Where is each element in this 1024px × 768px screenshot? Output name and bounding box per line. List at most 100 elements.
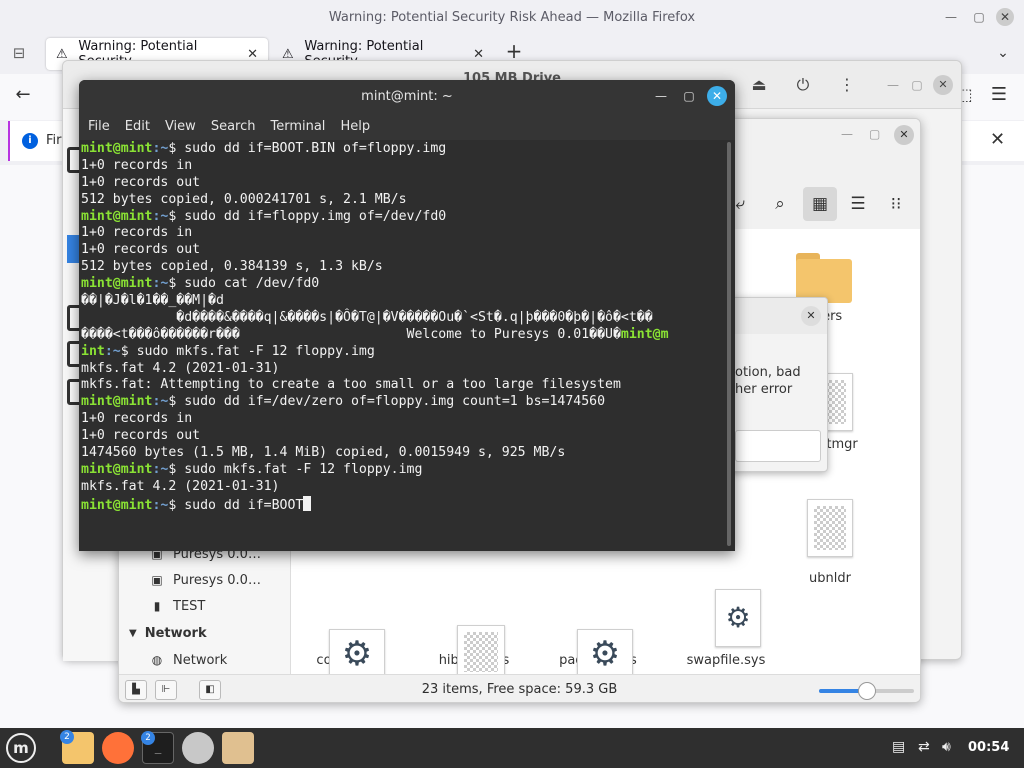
infobar-text: Fir <box>46 133 62 148</box>
infobar-close-icon[interactable]: ✕ <box>990 129 1005 150</box>
terminal-titlebar: mint@mint: ~ — ▢ ✕ <box>79 80 735 112</box>
minimize-icon[interactable]: — <box>881 73 905 97</box>
terminal-text: ����<t���ô������r��� Welcome to Puresys … <box>81 326 621 342</box>
terminal-text: 1+0 records out <box>81 174 201 190</box>
window-count-badge: 2 <box>141 731 155 745</box>
file-manager-statusbar: ▙ ⊩ ◧ 23 items, Free space: 59.3 GB <box>119 674 920 702</box>
sidebar-item-puresys-2[interactable]: ▣ Puresys 0.0… <box>119 567 291 593</box>
info-icon: i <box>22 133 38 149</box>
zoom-slider-handle[interactable] <box>857 682 876 700</box>
list-view-icon[interactable]: ☰ <box>841 187 875 221</box>
back-icon[interactable]: ← <box>14 86 32 104</box>
prompt-user: mint@mint <box>81 461 153 477</box>
dialog-message: otion, bad her error <box>735 364 827 398</box>
prompt-path: :~ <box>152 141 169 156</box>
close-icon[interactable]: ✕ <box>801 306 821 326</box>
terminal-line: int:~$ sudo mkfs.fat -F 12 floppy.img <box>81 344 721 361</box>
firefox-titlebar: Warning: Potential Security Risk Ahead —… <box>0 0 1024 34</box>
maximize-icon[interactable]: ▢ <box>869 127 880 141</box>
prompt-path: :~ <box>152 461 169 477</box>
eject-icon[interactable]: ⏏ <box>747 73 771 97</box>
terminal-line: mkfs.fat 4.2 (2021-01-31) <box>81 361 721 378</box>
minimize-icon[interactable]: — <box>841 127 853 141</box>
chevron-down-icon[interactable]: ⌄ <box>994 44 1012 62</box>
icon-view-icon[interactable]: ▦ <box>803 187 837 221</box>
sidebar-item-network[interactable]: ◍ Network <box>119 647 291 673</box>
terminal-text: 1+0 records in <box>81 411 193 427</box>
terminal-menubar: File Edit View Search Terminal Help <box>79 112 735 140</box>
sidebar-section-network[interactable]: ▼ Network <box>119 620 291 646</box>
terminal-text: ��|�J�l�1��_��M|�d <box>81 293 224 309</box>
terminal-menu-file[interactable]: File <box>88 119 110 134</box>
archive-app-icon[interactable] <box>222 732 254 764</box>
power-icon[interactable]: ⏻ <box>791 73 815 97</box>
chevron-down-icon: ▼ <box>129 627 137 639</box>
new-tab-icon[interactable]: + <box>505 41 523 61</box>
prompt-user: int <box>81 343 105 359</box>
file-item-ubnldr[interactable]: ubnldr <box>775 499 885 586</box>
volume-icon[interactable]: 🔊︎ <box>942 739 951 755</box>
globe-icon: ◍ <box>151 653 163 667</box>
minimize-icon[interactable]: — <box>942 8 960 26</box>
terminal-menu-search[interactable]: Search <box>211 119 256 134</box>
terminal-line: mint@mint:~$ sudo cat /dev/fd0 <box>81 276 721 293</box>
document-icon <box>807 499 853 557</box>
terminal-menu-edit[interactable]: Edit <box>125 119 150 134</box>
terminal-output[interactable]: mint@mint:~$ sudo dd if=BOOT.BIN of=flop… <box>81 141 721 549</box>
terminal-text: 1+0 records in <box>81 225 193 241</box>
sidebar-item-test[interactable]: ▮ TEST <box>119 593 291 619</box>
close-icon[interactable]: ✕ <box>933 75 953 95</box>
settings-file-icon: ⚙ <box>715 589 761 647</box>
clipboard-icon[interactable]: ▤ <box>892 739 905 755</box>
maximize-icon[interactable]: ▢ <box>970 8 988 26</box>
firefox-app-icon[interactable] <box>102 732 134 764</box>
minimize-icon[interactable]: — <box>651 86 671 106</box>
file-name: ubnldr <box>809 571 851 586</box>
terminal-text: mkfs.fat: Attempting to create a too sma… <box>81 377 621 393</box>
search-icon[interactable]: ⌕ <box>763 187 797 221</box>
terminal-text: 512 bytes copied, 0.000241701 s, 2.1 MB/… <box>81 191 407 207</box>
terminal-menu-terminal[interactable]: Terminal <box>270 119 325 134</box>
terminal-app-icon[interactable]: _ 2 <box>141 731 174 764</box>
settings-file-icon[interactable]: ⚙ <box>329 629 385 679</box>
files-app-icon[interactable]: 2 <box>60 730 94 764</box>
more-options-icon[interactable]: ⋮ <box>835 73 859 97</box>
maximize-icon[interactable]: ▢ <box>679 86 699 106</box>
terminal-line: mint@mint:~$ sudo dd if=floppy.img of=/d… <box>81 209 721 226</box>
terminal-line: 1+0 records out <box>81 242 721 259</box>
text-cursor <box>303 495 312 511</box>
terminal-text: 1+0 records in <box>81 157 193 173</box>
clock[interactable]: 00:54 <box>968 740 1009 755</box>
compact-view-icon[interactable]: ⁝⁝ <box>879 187 913 221</box>
terminal-line: 1+0 records out <box>81 175 721 192</box>
window-count-badge: 2 <box>60 730 74 744</box>
file-item-swapfile-sys[interactable]: ⚙ swapfile.sys <box>671 589 781 668</box>
network-icon[interactable]: ⇄ <box>918 739 930 755</box>
close-icon[interactable]: ✕ <box>707 86 727 106</box>
maximize-icon[interactable]: ▢ <box>905 73 929 97</box>
document-icon[interactable] <box>457 625 505 679</box>
terminal-text: $ sudo dd if=floppy.img of=/dev/fd0 <box>168 208 447 224</box>
terminal-text: 1+0 records out <box>81 242 201 258</box>
dialog-details-field[interactable] <box>735 430 821 462</box>
terminal-text: 1474560 bytes (1.5 MB, 1.4 MiB) copied, … <box>81 445 566 461</box>
menu-logo-icon[interactable]: m <box>6 733 36 763</box>
taskbar: m 2 _ 2 ▤ ⇄ 🔊︎ 00:54 <box>0 728 1024 768</box>
disks-app-icon[interactable] <box>182 732 214 764</box>
terminal-menu-help[interactable]: Help <box>340 119 370 134</box>
close-icon[interactable]: ✕ <box>996 8 1014 26</box>
terminal-scrollbar[interactable] <box>727 142 731 546</box>
prompt-user: mint@mint <box>81 497 153 513</box>
prompt-user: mint@mint <box>81 276 153 292</box>
terminal-menu-view[interactable]: View <box>165 119 196 134</box>
terminal-text: $ sudo dd if=/dev/zero of=floppy.img cou… <box>168 394 606 410</box>
close-icon[interactable]: ✕ <box>894 125 914 145</box>
terminal-line: 1+0 records in <box>81 158 721 175</box>
terminal-line: 1474560 bytes (1.5 MB, 1.4 MiB) copied, … <box>81 445 721 462</box>
settings-file-icon[interactable]: ⚙ <box>577 629 633 679</box>
usb-icon: ▮ <box>153 599 161 613</box>
menu-icon[interactable]: ☰ <box>990 86 1008 104</box>
sidebar-item-label: Network <box>173 652 228 668</box>
terminal-line: mkfs.fat 4.2 (2021-01-31) <box>81 479 721 496</box>
tab-overview-icon[interactable]: ⊟ <box>10 44 28 62</box>
